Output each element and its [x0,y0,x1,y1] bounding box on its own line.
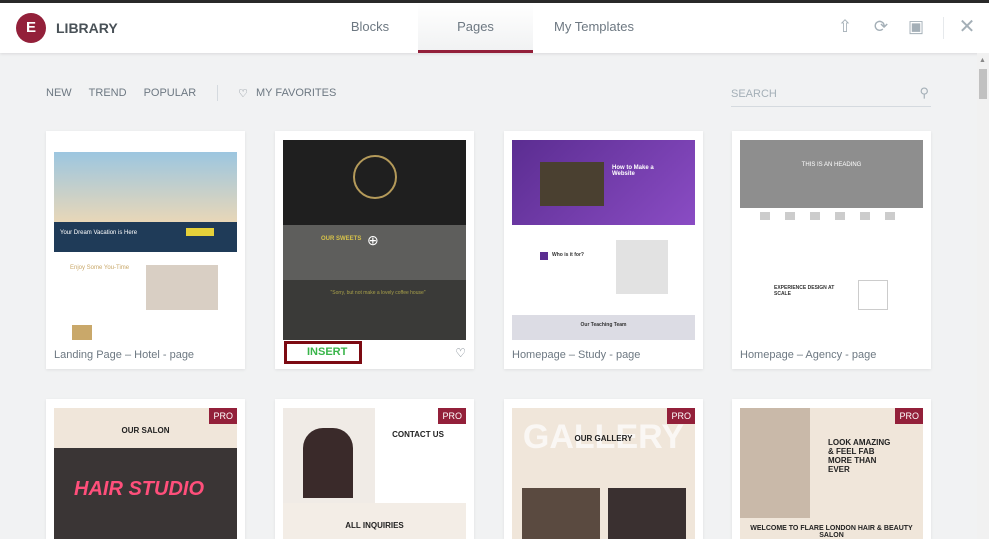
favorite-heart-icon[interactable]: ♡ [455,346,466,360]
tab-my-templates[interactable]: My Templates [540,3,648,53]
filter-trend[interactable]: TREND [89,87,127,101]
tab-blocks[interactable]: Blocks [320,3,420,53]
template-thumbnail[interactable]: THIS IS AN HEADING EXPERIENCE DESIGN AT … [740,140,923,340]
thumb-text: Your Dream Vacation is Here [60,230,138,236]
template-name: Homepage – Agency - page [740,349,877,361]
filter-my-favorites[interactable]: MY FAVORITES [256,87,336,101]
zoom-in-icon[interactable]: ⊕ [367,232,379,249]
template-thumbnail[interactable]: LOOK AMAZING & FEEL FAB MORE THAN EVER W… [740,408,923,539]
scrollbar[interactable]: ▲ [977,53,989,539]
sync-icon[interactable]: ⟳ [871,17,891,37]
template-thumbnail[interactable]: Your Dream Vacation is Here Enjoy Some Y… [54,140,237,340]
thumb-text: OUR SALON [121,426,170,435]
library-title: LIBRARY [56,20,118,36]
pro-badge: PRO [667,408,695,424]
search-placeholder: SEARCH [731,88,777,100]
template-thumbnail[interactable]: GALLERY OUR GALLERY [512,408,695,539]
save-icon[interactable]: ▣ [906,17,926,37]
elementor-logo: E [16,13,46,43]
template-card[interactable]: PRO CONTACT US ALL INQUIRIES [275,399,474,539]
template-thumbnail[interactable]: OUR SALON HAIR STUDIO [54,408,237,539]
library-modal: E LIBRARY Blocks Pages My Templates ⇧ ⟳ … [0,3,989,539]
template-card[interactable]: Your Dream Vacation is Here Enjoy Some Y… [46,131,245,369]
filter-bar: NEW TREND POPULAR ♡ MY FAVORITES [46,85,353,101]
header: E LIBRARY Blocks Pages My Templates ⇧ ⟳ … [0,3,989,53]
insert-button[interactable]: INSERT [284,341,362,364]
template-card[interactable]: PRO OUR SALON HAIR STUDIO [46,399,245,539]
template-name: Landing Page – Hotel - page [54,349,195,361]
template-thumbnail[interactable]: CONTACT US ALL INQUIRIES [283,408,466,539]
thumb-text: EXPERIENCE DESIGN AT SCALE [774,285,835,297]
thumb-text: OUR GALLERY [574,434,633,443]
close-icon[interactable]: ✕ [957,17,977,37]
template-thumbnail[interactable]: OUR SWEETS ⊕ "Sorry, but not make a love… [283,140,466,340]
thumb-text: HAIR STUDIO [74,478,204,500]
thumb-text: "Sorry, but not make a lovely coffee hou… [330,290,426,296]
divider [943,17,944,39]
heart-icon: ♡ [238,88,249,100]
template-name: Homepage – Study - page [512,349,641,361]
thumb-text: WELCOME TO FLARE LONDON HAIR & BEAUTY SA… [750,525,913,539]
thumb-text: Who is it for? [552,252,584,258]
pro-badge: PRO [209,408,237,424]
filter-new[interactable]: NEW [46,87,72,101]
template-card[interactable]: OUR SWEETS ⊕ "Sorry, but not make a love… [275,131,474,369]
upload-icon[interactable]: ⇧ [835,17,855,37]
thumb-text: THIS IS AN HEADING [801,162,862,168]
template-thumbnail[interactable]: How to Make a Website Who is it for? Our… [512,140,695,340]
thumb-text: OUR SWEETS [321,236,362,242]
pro-badge: PRO [895,408,923,424]
thumb-text: CONTACT US [392,430,444,439]
thumb-text: LOOK AMAZING & FEEL FAB MORE THAN EVER [828,438,891,474]
filter-popular[interactable]: POPULAR [144,87,197,101]
template-card[interactable]: THIS IS AN HEADING EXPERIENCE DESIGN AT … [732,131,931,369]
thumb-text: ALL INQUIRIES [345,521,404,530]
template-card[interactable]: PRO GALLERY OUR GALLERY [504,399,703,539]
search-icon: ⚲ [919,85,929,100]
template-card[interactable]: PRO LOOK AMAZING & FEEL FAB MORE THAN EV… [732,399,931,539]
scrollbar-thumb[interactable] [979,69,987,99]
pro-badge: PRO [438,408,466,424]
thumb-text: How to Make a Website [612,165,654,177]
scroll-up-icon[interactable]: ▲ [979,57,986,64]
tab-pages[interactable]: Pages [418,3,533,53]
thumb-text: Enjoy Some You-Time [70,265,130,271]
thumb-text: Our Teaching Team [580,322,627,328]
search-input[interactable]: SEARCH ⚲ [731,81,931,107]
template-card[interactable]: How to Make a Website Who is it for? Our… [504,131,703,369]
divider [217,85,219,101]
